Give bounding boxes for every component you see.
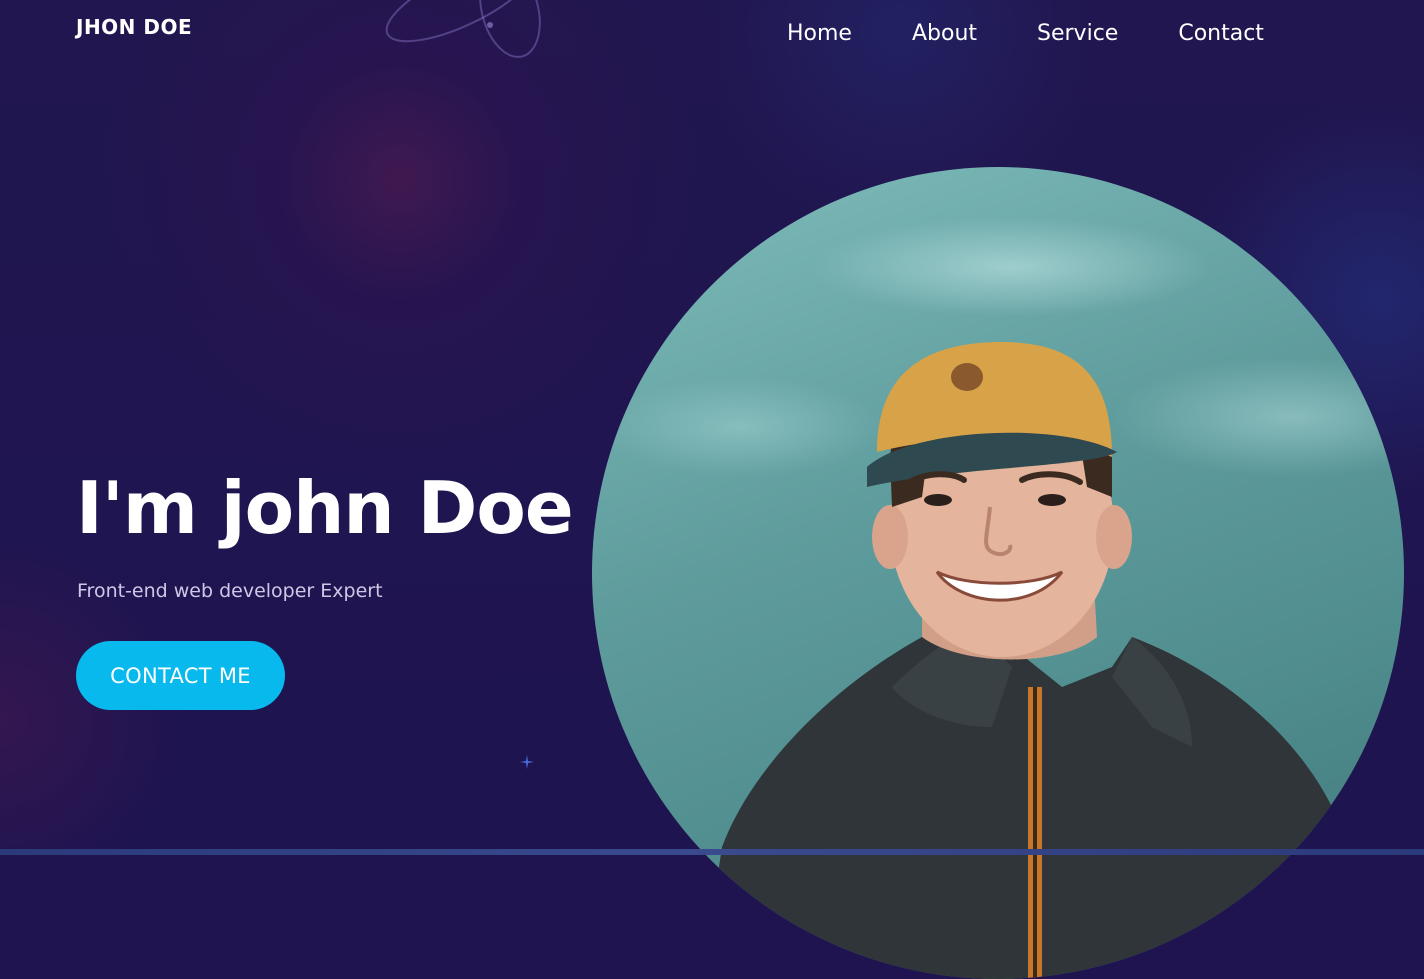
nav-link-contact[interactable]: Contact bbox=[1178, 21, 1264, 46]
nav-link-home[interactable]: Home bbox=[787, 21, 852, 46]
contact-me-button[interactable]: CONTACT ME bbox=[76, 641, 285, 710]
brand-logo[interactable]: JHON DOE bbox=[76, 15, 192, 39]
nav-link-service[interactable]: Service bbox=[1037, 21, 1118, 46]
hero-title: I'm john Doe bbox=[76, 466, 574, 550]
profile-illustration bbox=[702, 342, 1352, 979]
profile-photo bbox=[592, 167, 1404, 979]
main-nav: Home About Service Contact bbox=[787, 21, 1264, 46]
hero-subtitle: Front-end web developer Expert bbox=[77, 580, 383, 602]
orbit-decoration-icon bbox=[385, 0, 541, 58]
nav-link-about[interactable]: About bbox=[912, 21, 977, 46]
bottom-scroll-edge bbox=[0, 849, 1424, 855]
sparkle-star-icon bbox=[520, 755, 534, 769]
